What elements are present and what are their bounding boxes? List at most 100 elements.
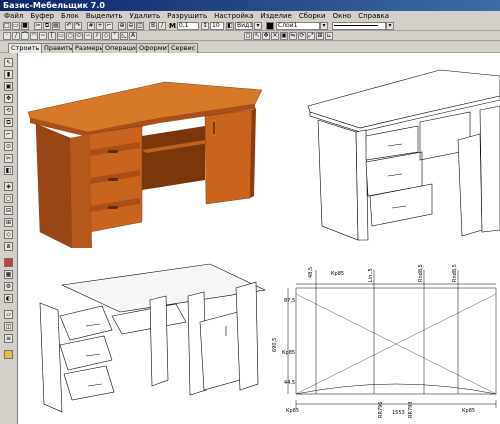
save-icon[interactable]: ■ <box>21 22 29 30</box>
drawer-handle <box>108 178 118 181</box>
box-tool-icon[interactable]: ▣ <box>4 82 13 91</box>
layer-dropdown-icon[interactable]: ▾ <box>320 22 328 30</box>
menu-delete[interactable]: Удалить <box>126 11 164 21</box>
linetype-dropdown-icon[interactable]: ▾ <box>386 22 394 30</box>
contour-icon[interactable]: ◇ <box>102 32 110 40</box>
rotate-icon[interactable]: ⟳ <box>298 32 306 40</box>
dim-label: 87,5 <box>284 298 295 304</box>
tab-service[interactable]: Сервис <box>168 43 199 53</box>
view-dropdown-icon[interactable]: ▾ <box>254 22 262 30</box>
mirror-icon[interactable]: ⇋ <box>289 32 297 40</box>
redo-icon[interactable]: ↷ <box>74 22 82 30</box>
arc-icon[interactable]: ◠ <box>30 32 38 40</box>
light-bulb-icon[interactable] <box>4 350 13 359</box>
view-side-icon[interactable]: ⊞ <box>4 218 13 227</box>
cut-tool-icon[interactable]: ✂ <box>4 154 13 163</box>
hidden-line-tool-icon[interactable]: ◫ <box>4 322 13 331</box>
zoom-out-icon[interactable]: ⊖ <box>127 22 135 30</box>
view-3d-icon[interactable]: ◈ <box>4 182 13 191</box>
pan-icon[interactable]: ✥ <box>262 32 270 40</box>
paste-icon[interactable]: ▤ <box>52 22 60 30</box>
circle-icon[interactable]: ○ <box>66 32 74 40</box>
grid-icon[interactable]: # <box>87 22 95 30</box>
open-folder-icon[interactable]: ▭ <box>12 22 20 30</box>
array-icon[interactable]: ⊞ <box>316 32 324 40</box>
menu-assemblies[interactable]: Сборки <box>295 11 329 21</box>
bold-icon[interactable]: B <box>149 22 157 30</box>
point-icon[interactable]: · <box>3 32 11 40</box>
lock-icon[interactable]: ▣ <box>280 32 288 40</box>
drawing-svg: 48,5 Lin..5 Rnd8,5 Rnd8,5 87,5 Кр85 Кр85… <box>27 69 500 419</box>
text-icon[interactable]: A <box>129 32 137 40</box>
layers-tool-icon[interactable]: ≡ <box>4 334 13 343</box>
copy-icon[interactable]: ⧉ <box>43 22 51 30</box>
pencil-icon[interactable]: / <box>158 22 166 30</box>
chamfer-icon[interactable]: ◺ <box>120 32 128 40</box>
snap-icon[interactable]: + <box>96 22 104 30</box>
edge-tool-icon[interactable]: ⌐ <box>4 130 13 139</box>
ortho-icon[interactable]: ⌐ <box>105 22 113 30</box>
select-tool-icon[interactable]: ↖ <box>4 58 13 67</box>
rotate-tool-icon[interactable]: ⟲ <box>4 106 13 115</box>
drawer-handle <box>108 150 118 153</box>
menu-block[interactable]: Блок <box>57 11 82 21</box>
menu-file[interactable]: Файл <box>0 11 26 21</box>
fillet-icon[interactable]: ⌜ <box>111 32 119 40</box>
menu-help[interactable]: Справка <box>354 11 392 21</box>
view-select[interactable]: Вид1 <box>235 22 253 30</box>
spline-icon[interactable]: ∽ <box>84 32 92 40</box>
size-field[interactable]: 10 <box>210 22 224 30</box>
drawing-canvas[interactable]: 48,5 Lin..5 Rnd8,5 Rnd8,5 87,5 Кр85 Кр85… <box>18 53 500 424</box>
dim-label: RR793 <box>408 402 414 419</box>
view-explode-icon[interactable]: ⧈ <box>4 242 13 251</box>
offset-icon[interactable]: ⫽ <box>93 32 101 40</box>
tab-edit[interactable]: Править <box>41 43 76 53</box>
fitting-tool-icon[interactable]: ⚙ <box>4 282 13 291</box>
line-icon[interactable]: / <box>12 32 20 40</box>
copy-tool-icon[interactable]: ⧉ <box>4 118 13 127</box>
move-tool-icon[interactable]: ✥ <box>4 94 13 103</box>
layer-select[interactable]: Слой1 <box>276 22 320 30</box>
window-title: Базис-Мебельщик 7.0 <box>0 0 500 11</box>
cursor-icon[interactable]: ↖ <box>253 32 261 40</box>
new-file-icon[interactable]: □ <box>3 22 11 30</box>
shading-tool-icon[interactable]: ◐ <box>4 294 13 303</box>
drill-tool-icon[interactable]: ⊙ <box>4 142 13 151</box>
wireframe-tool-icon[interactable]: ▱ <box>4 310 13 319</box>
select-all-icon[interactable]: ◻ <box>244 32 252 40</box>
scale-icon[interactable]: ⤢ <box>307 32 315 40</box>
render-tool-icon[interactable] <box>4 258 13 267</box>
dim-label: Кр85 <box>331 271 344 277</box>
cut-icon[interactable]: ✂ <box>34 22 42 30</box>
view-icon[interactable]: ◧ <box>226 22 234 30</box>
view-front-icon[interactable]: ▢ <box>4 194 13 203</box>
menu-product[interactable]: Изделие <box>256 11 294 21</box>
polyline-icon[interactable]: ⌒ <box>21 32 29 40</box>
bracket-icon[interactable]: [ <box>48 32 56 40</box>
undo-icon[interactable]: ↶ <box>65 22 73 30</box>
curve-icon[interactable]: ~ <box>39 32 47 40</box>
tab-build[interactable]: Строить <box>8 43 43 53</box>
view-top-icon[interactable]: ⊟ <box>4 206 13 215</box>
linetype-select[interactable] <box>332 22 386 30</box>
menu-settings[interactable]: Настройка <box>210 11 256 21</box>
ellipse-icon[interactable]: ⬭ <box>75 32 83 40</box>
hide-icon[interactable]: ✕ <box>271 32 279 40</box>
material-tool-icon[interactable]: ▦ <box>4 270 13 279</box>
menu-select[interactable]: Выделить <box>82 11 126 21</box>
zoom-window-icon[interactable]: ◫ <box>136 22 144 30</box>
height-icon[interactable]: ↕ <box>201 22 209 30</box>
menu-buffer[interactable]: Буфер <box>26 11 57 21</box>
panel-tool-icon[interactable]: ▮ <box>4 70 13 79</box>
menu-destroy[interactable]: Разрушить <box>163 11 210 21</box>
measure-icon[interactable]: ⊾ <box>325 32 333 40</box>
thickness-field[interactable]: 0,1 <box>177 22 199 30</box>
rect-icon[interactable]: ▭ <box>57 32 65 40</box>
dim-label: 44,5 <box>284 380 295 386</box>
dim-label: RR796 <box>378 402 384 419</box>
desk-line-drawing <box>307 69 500 241</box>
view-iso-icon[interactable]: ◇ <box>4 230 13 239</box>
menu-window[interactable]: Окно <box>329 11 355 21</box>
section-tool-icon[interactable]: ◧ <box>4 166 13 175</box>
zoom-in-icon[interactable]: ⊕ <box>118 22 126 30</box>
